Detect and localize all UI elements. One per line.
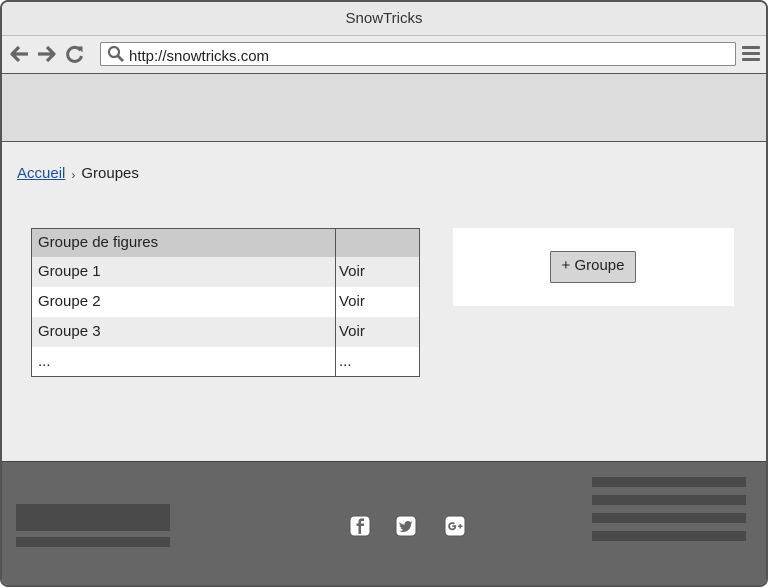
view-group-link[interactable]: Voir <box>336 287 420 317</box>
group-name: Groupe 2 <box>31 286 336 317</box>
table-row: Groupe 3 Voir <box>31 316 420 347</box>
address-bar[interactable] <box>100 42 736 66</box>
site-footer <box>2 461 766 585</box>
footer-text-placeholder <box>16 537 170 547</box>
browser-menu-button[interactable] <box>741 44 761 64</box>
footer-link-placeholder <box>592 531 746 541</box>
footer-logo-placeholder <box>16 504 170 531</box>
footer-link-placeholder <box>592 495 746 505</box>
view-group-link: ... <box>339 352 352 370</box>
hamburger-menu-icon <box>742 46 760 49</box>
arrow-right-icon <box>38 45 56 63</box>
twitter-icon[interactable] <box>395 515 417 537</box>
arrow-left-icon <box>10 45 28 63</box>
window-title: SnowTricks <box>2 2 766 36</box>
footer-link-placeholder <box>592 477 746 487</box>
site-header <box>2 74 766 142</box>
url-input[interactable] <box>129 48 689 65</box>
back-button[interactable] <box>10 44 30 64</box>
view-group-link[interactable]: Voir <box>336 257 420 287</box>
browser-toolbar <box>2 36 766 74</box>
action-panel: + Groupe <box>453 228 734 306</box>
chevron-right-icon: › <box>71 168 76 182</box>
reload-icon <box>66 45 83 63</box>
column-header-action <box>336 229 420 257</box>
table-header-row: Groupe de figures <box>31 228 420 257</box>
group-name: Groupe 3 <box>31 316 336 347</box>
table-row: Groupe 1 Voir <box>31 256 420 287</box>
column-header-groups: Groupe de figures <box>31 228 336 257</box>
group-name: Groupe 1 <box>31 256 336 287</box>
table-row: Groupe 2 Voir <box>31 286 420 317</box>
facebook-icon[interactable] <box>349 515 371 537</box>
browser-window: SnowTricks http://snowtricks.com Accueil… <box>0 0 768 587</box>
add-group-button[interactable]: + Groupe <box>550 251 636 283</box>
table-row: ... ... <box>31 346 420 377</box>
breadcrumb-home-link[interactable]: Accueil <box>17 165 65 182</box>
breadcrumb-current: Groupes <box>81 165 139 182</box>
reload-button[interactable] <box>65 44 85 64</box>
forward-button[interactable] <box>36 44 56 64</box>
search-icon <box>107 45 125 63</box>
breadcrumb: Accueil › Groupes <box>17 165 139 182</box>
footer-link-placeholder <box>592 513 746 523</box>
groups-table: Groupe de figures Groupe 1 Voir Groupe 2… <box>31 228 420 377</box>
view-group-link[interactable]: Voir <box>336 317 420 347</box>
group-name: ... <box>31 346 336 377</box>
google-plus-icon[interactable] <box>444 515 466 537</box>
